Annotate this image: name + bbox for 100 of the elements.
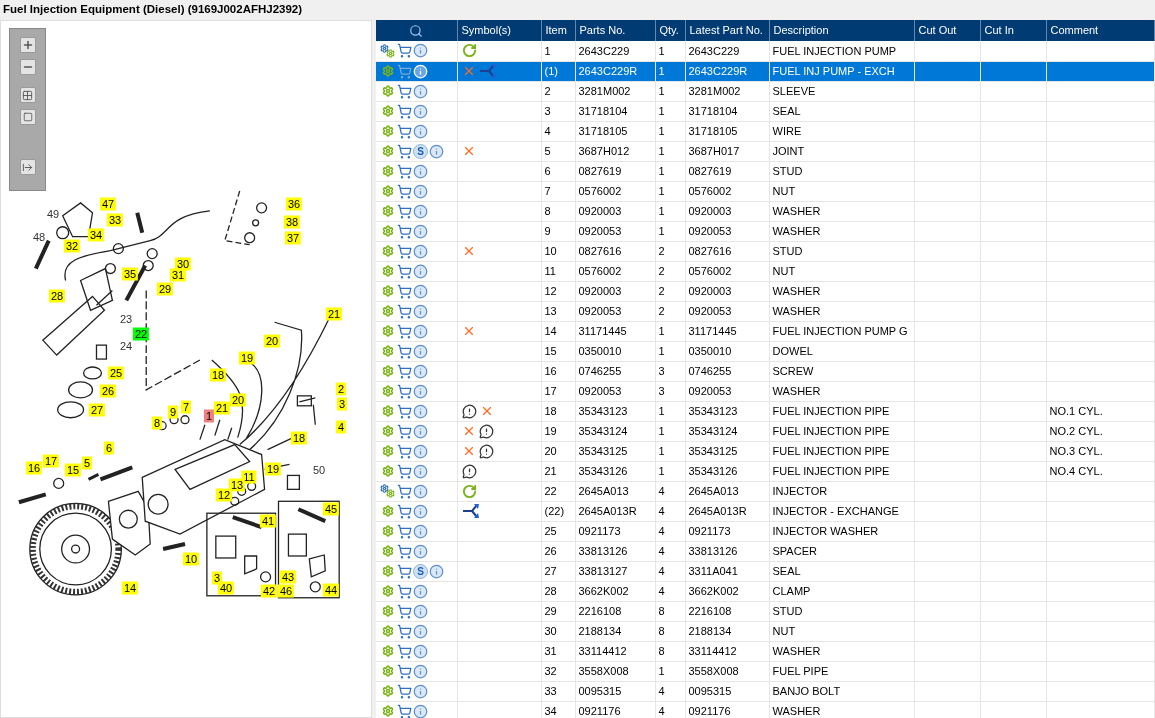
cart-icon[interactable] xyxy=(397,323,412,339)
callout-label[interactable]: 4 xyxy=(335,420,347,434)
callout-label[interactable]: 17 xyxy=(42,454,60,468)
cart-icon[interactable] xyxy=(397,163,412,179)
info-icon[interactable] xyxy=(413,663,428,679)
gear-icon[interactable] xyxy=(382,345,394,357)
cart-icon[interactable] xyxy=(397,183,412,199)
table-row[interactable]: 32 3558X008 1 3558X008 FUEL PIPE xyxy=(376,661,1155,681)
callout-label[interactable]: 42 xyxy=(260,584,278,598)
callout-label[interactable]: 45 xyxy=(322,502,340,516)
info-icon[interactable] xyxy=(413,443,428,459)
cart-icon[interactable] xyxy=(397,643,412,659)
table-row[interactable]: 11 0576002 2 0576002 NUT xyxy=(376,261,1155,281)
callout-label[interactable]: 18 xyxy=(290,431,308,445)
gear-icon[interactable] xyxy=(382,165,394,177)
gear-icon[interactable] xyxy=(382,465,394,477)
table-row[interactable]: 26 33813126 4 33813126 SPACER xyxy=(376,541,1155,561)
table-row[interactable]: 31 33114412 8 33114412 WASHER xyxy=(376,641,1155,661)
info-icon[interactable] xyxy=(413,303,428,319)
callout-label[interactable]: 27 xyxy=(88,403,106,417)
table-row[interactable]: 1 2643C229 1 2643C229 FUEL INJECTION PUMP xyxy=(376,41,1155,61)
info-icon[interactable] xyxy=(413,163,428,179)
info-icon[interactable] xyxy=(413,343,428,359)
table-row[interactable]: 7 0576002 1 0576002 NUT xyxy=(376,181,1155,201)
callout-label[interactable]: 37 xyxy=(284,231,302,245)
info-icon[interactable] xyxy=(413,183,428,199)
table-row[interactable]: 14 31171445 1 31171445 FUEL INJECTION PUMP G xyxy=(376,321,1155,341)
callout-label[interactable]: 21 xyxy=(325,307,343,321)
table-row[interactable]: 9 0920053 1 0920053 WASHER xyxy=(376,221,1155,241)
table-row[interactable]: 19 35343124 1 35343124 FUEL INJECTION PIPE NO.2 CYL. xyxy=(376,421,1155,441)
cart-icon[interactable] xyxy=(397,123,412,139)
info-icon[interactable] xyxy=(413,223,428,239)
callout-label[interactable]: 2 xyxy=(335,382,347,396)
callout-label[interactable]: 50 xyxy=(310,463,328,477)
callout-label[interactable]: 46 xyxy=(277,584,295,598)
gear-icon[interactable] xyxy=(382,625,394,637)
callout-label[interactable]: 1 xyxy=(203,409,215,423)
callout-label[interactable]: 3 xyxy=(336,397,348,411)
fit-view-button[interactable] xyxy=(19,87,36,103)
gear-icon[interactable] xyxy=(382,185,394,197)
callout-label[interactable]: 44 xyxy=(322,583,340,597)
cart-icon[interactable] xyxy=(397,403,412,419)
callout-label[interactable]: 18 xyxy=(209,368,227,382)
callout-label[interactable]: 5 xyxy=(81,456,93,470)
cart-icon[interactable] xyxy=(397,103,412,119)
gear-icon[interactable] xyxy=(382,585,394,597)
table-row[interactable]: 18 35343123 1 35343123 FUEL INJECTION PIPE NO.1 CYL. xyxy=(376,401,1155,421)
table-row[interactable]: S 27 33813127 4 3311A041 SEAL xyxy=(376,561,1155,581)
table-row[interactable]: 15 0350010 1 0350010 DOWEL xyxy=(376,341,1155,361)
callout-label[interactable]: 24 xyxy=(117,339,135,353)
actual-size-button[interactable] xyxy=(19,109,36,125)
cart-icon[interactable] xyxy=(397,143,412,159)
callout-label[interactable]: 40 xyxy=(217,581,235,595)
info-icon[interactable] xyxy=(413,203,428,219)
callout-label[interactable]: 14 xyxy=(121,581,139,595)
cart-icon[interactable] xyxy=(397,543,412,559)
table-row[interactable]: 22 2645A013 4 2645A013 INJECTOR xyxy=(376,481,1155,501)
cart-icon[interactable] xyxy=(397,503,412,519)
callout-label[interactable]: 26 xyxy=(99,384,117,398)
cart-icon[interactable] xyxy=(397,203,412,219)
callout-label[interactable]: 13 xyxy=(228,478,246,492)
info-icon[interactable] xyxy=(413,543,428,559)
callout-label[interactable]: 9 xyxy=(167,405,179,419)
callout-label[interactable]: 48 xyxy=(30,230,48,244)
callout-label[interactable]: 19 xyxy=(238,351,256,365)
cart-icon[interactable] xyxy=(397,43,412,59)
cart-icon[interactable] xyxy=(397,243,412,259)
info-icon[interactable] xyxy=(413,603,428,619)
callout-label[interactable]: 21 xyxy=(213,401,231,415)
table-row[interactable]: (1) 2643C229R 1 2643C229R FUEL INJ PUMP - EXCH xyxy=(376,61,1155,81)
table-row[interactable]: 25 0921173 4 0921173 INJECTOR WASHER xyxy=(376,521,1155,541)
cart-icon[interactable] xyxy=(397,363,412,379)
gear-icon[interactable] xyxy=(382,385,394,397)
gear-icon[interactable] xyxy=(382,565,394,577)
export-button[interactable] xyxy=(19,159,36,175)
info-icon[interactable] xyxy=(413,523,428,539)
info-icon[interactable] xyxy=(413,123,428,139)
gears-icon[interactable] xyxy=(380,484,396,498)
table-row[interactable]: 3 31718104 1 31718104 SEAL xyxy=(376,101,1155,121)
gear-icon[interactable] xyxy=(382,65,394,77)
gear-icon[interactable] xyxy=(382,705,394,717)
gear-icon[interactable] xyxy=(382,325,394,337)
cart-icon[interactable] xyxy=(397,223,412,239)
table-row[interactable]: 6 0827619 1 0827619 STUD xyxy=(376,161,1155,181)
gear-icon[interactable] xyxy=(382,85,394,97)
gear-icon[interactable] xyxy=(382,305,394,317)
info-icon[interactable] xyxy=(413,83,428,99)
info-icon[interactable] xyxy=(413,363,428,379)
gear-icon[interactable] xyxy=(382,265,394,277)
callout-label[interactable]: 47 xyxy=(99,197,117,211)
callout-label[interactable]: 7 xyxy=(180,400,192,414)
gear-icon[interactable] xyxy=(382,405,394,417)
gear-icon[interactable] xyxy=(382,665,394,677)
gear-icon[interactable] xyxy=(382,225,394,237)
info-icon[interactable] xyxy=(413,263,428,279)
gear-icon[interactable] xyxy=(382,285,394,297)
info-icon[interactable] xyxy=(413,583,428,599)
callout-label[interactable]: 16 xyxy=(25,461,43,475)
gear-icon[interactable] xyxy=(382,245,394,257)
gear-icon[interactable] xyxy=(382,605,394,617)
